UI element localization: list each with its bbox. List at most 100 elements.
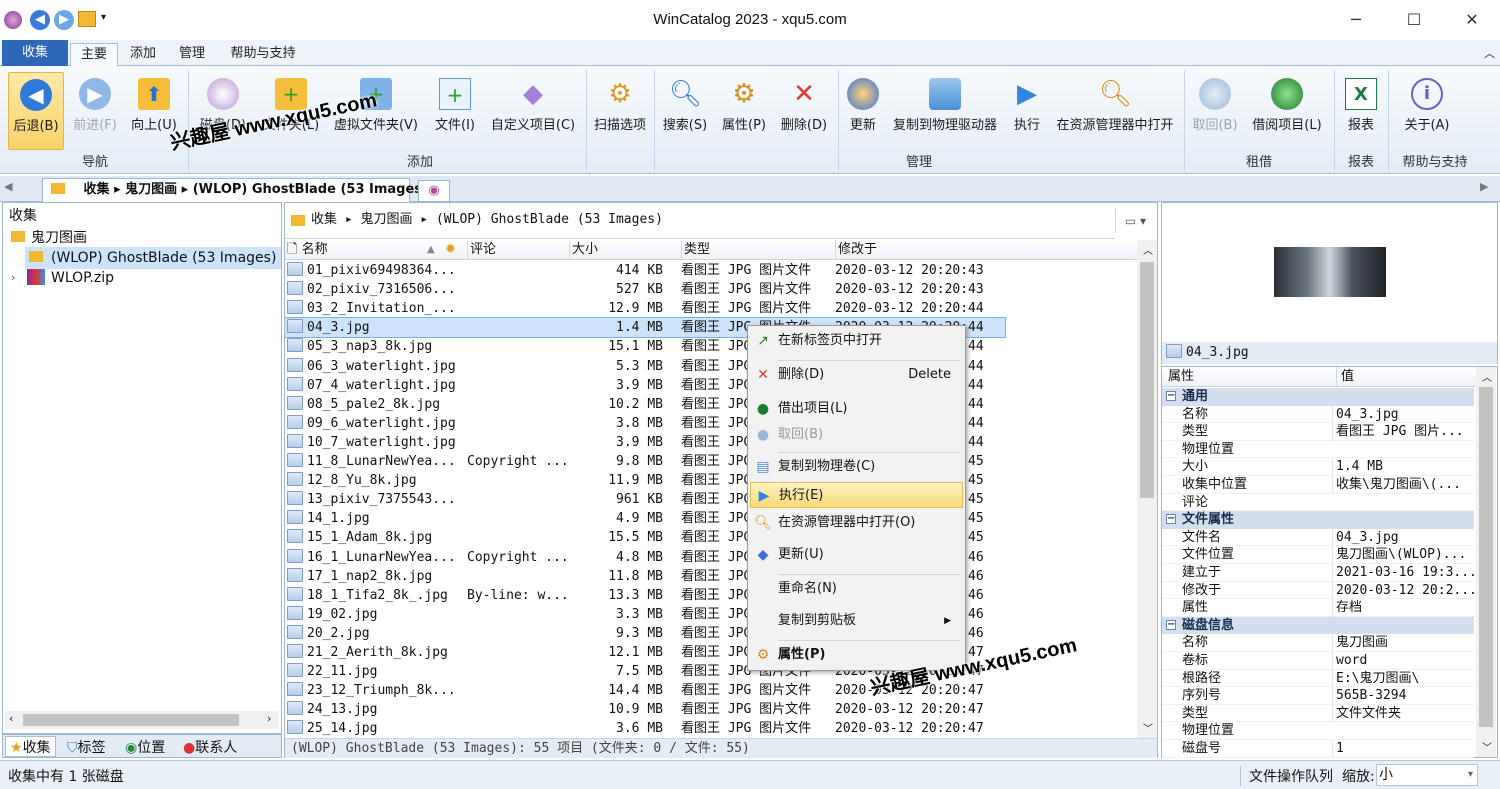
property-row[interactable]: 收集中位置 收集\鬼刀图画\(... (1162, 476, 1474, 494)
tree-hscrollbar[interactable]: ‹ › (5, 711, 279, 729)
property-row[interactable]: 类型 文件文件夹 (1162, 704, 1474, 723)
list-vscrollbar[interactable]: ︿ ﹀ (1137, 240, 1157, 738)
property-row[interactable]: 名称 鬼刀图画 (1162, 634, 1474, 652)
minimize-button[interactable]: ─ (1334, 8, 1378, 32)
tab-manage[interactable]: 管理 (168, 43, 216, 66)
tree-root[interactable]: 收集 (9, 205, 37, 225)
property-row[interactable]: 卷标 word (1162, 652, 1474, 670)
col-type[interactable]: 类型 (681, 240, 833, 259)
property-row[interactable]: 属性 存档 (1162, 599, 1474, 617)
tree-item-ghostblade-root[interactable]: 鬼刀图画 (11, 227, 87, 247)
table-row[interactable]: 24_13.jpg 10.9 MB 看图王 JPG 图片文件 2020-03-12 2… (285, 700, 1137, 719)
property-category[interactable]: − 文件属性 (1162, 511, 1474, 529)
table-row[interactable]: 02_pixiv_7316506... 527 KB 看图王 JPG 图片文件 202… (285, 280, 1137, 299)
table-row[interactable]: 20_2.jpg9.3 MB看图王 JPG 图片文件2020-03-12 20:… (285, 624, 1137, 643)
table-row[interactable]: 23_12_Triumph_8k... 14.4 MB 看图王 JPG 图片文件 20… (285, 681, 1137, 700)
tab-contacts[interactable]: ●联系人 (183, 737, 237, 757)
scan-options-button[interactable]: ⚙ 扫描选项 (590, 72, 650, 150)
maximize-button[interactable]: ☐ (1392, 8, 1436, 32)
tab-collection[interactable]: 收集 (2, 40, 68, 66)
property-row[interactable]: 物理位置 (1162, 441, 1474, 459)
property-row[interactable]: 修改于 2020-03-12 20:2... (1162, 581, 1474, 600)
properties-button[interactable]: ⚙ 属性(P) (716, 72, 772, 150)
about-button[interactable]: i 关于(A) (1392, 72, 1462, 150)
add-file-button[interactable]: + 文件(I) (430, 72, 480, 150)
breadcrumb-tab[interactable]: 收集 ▸ 鬼刀图画 ▸ (WLOP) GhostBlade (53 Images… (42, 178, 428, 202)
table-row[interactable]: 13_pixiv_7375543...961 KB看图王 JPG 图片文件202… (285, 490, 1137, 509)
property-row[interactable]: 类型 看图王 JPG 图片... (1162, 423, 1474, 441)
tab-locations[interactable]: ◉位置 (125, 737, 165, 757)
tabstrip-left-arrow[interactable]: ◀ (4, 180, 12, 193)
property-row[interactable]: 评论 (1162, 494, 1474, 512)
tree-item-wlop-zip[interactable]: WLOP.zip (27, 269, 114, 286)
tab-help[interactable]: 帮助与支持 (220, 43, 306, 66)
property-vscroll-thumb[interactable] (1479, 387, 1493, 727)
context-menu-item[interactable]: 🔍︎ 在资源管理器中打开(O) (750, 510, 963, 536)
tree-expand-icon[interactable]: › (11, 271, 15, 284)
tab-collection-bottom[interactable]: ★收集 (5, 736, 56, 757)
context-menu-item[interactable]: ↗ 在新标签页中打开 (750, 328, 963, 354)
add-custom-item-button[interactable]: ◆ 自定义项目(C) (486, 72, 580, 150)
forward-button[interactable]: ▶ 前进(F) (68, 72, 122, 150)
property-row[interactable]: 磁盘号 1 (1162, 740, 1474, 758)
tree-hscroll-thumb[interactable] (23, 714, 239, 726)
tab-main[interactable]: 主要 (70, 43, 118, 67)
property-row[interactable]: 建立于 2021-03-16 19:3... (1162, 564, 1474, 582)
copy-to-drive-button[interactable]: 复制到物理驱动器 (886, 72, 1004, 150)
table-row[interactable]: 17_1_nap2_8k.jpg11.8 MB看图王 JPG 图片文件2020-… (285, 567, 1137, 586)
property-row[interactable]: 大小 1.4 MB (1162, 458, 1474, 476)
table-row[interactable]: 12_8_Yu_8k.jpg11.9 MB看图王 JPG 图片文件2020-03… (285, 471, 1137, 490)
col-size[interactable]: 大小 (569, 240, 679, 259)
table-row[interactable]: 18_1_Tifa2_8k_.jpg By-line: w... 13.3 MB 看图… (285, 586, 1137, 605)
property-row[interactable]: 物理位置 (1162, 722, 1474, 740)
table-row[interactable]: 01_pixiv69498364... 414 KB 看图王 JPG 图片文件 202… (285, 261, 1137, 280)
context-menu-item[interactable]: ▤ 复制到物理卷(C) (750, 454, 963, 480)
tab-tags[interactable]: ⛉标签 (67, 737, 106, 757)
return-button[interactable]: 取回(B) (1188, 72, 1242, 150)
table-row[interactable]: 11_8_LunarNewYea... Copyright ... 9.8 MB 看图… (285, 452, 1137, 471)
property-row[interactable]: 文件名 04_3.jpg (1162, 528, 1474, 547)
table-row[interactable]: 08_5_pale2_8k.jpg10.2 MB看图王 JPG 图片文件2020… (285, 395, 1137, 414)
table-row[interactable]: 15_1_Adam_8k.jpg15.5 MB看图王 JPG 图片文件2020-… (285, 528, 1137, 547)
context-menu-item[interactable]: ▶ 执行(E) (750, 482, 963, 508)
table-row[interactable]: 07_4_waterlight.jpg3.9 MB看图王 JPG 图片文件202… (285, 376, 1137, 395)
col-comment[interactable]: 评论 (467, 240, 567, 259)
new-tab-button[interactable]: ◉ (418, 180, 450, 202)
back-button[interactable]: ◀ 后退(B) (8, 72, 64, 150)
close-button[interactable]: ✕ (1450, 8, 1494, 32)
zoom-select[interactable]: 小 ▾ (1376, 764, 1478, 786)
path-bar[interactable]: 收集 ▸ 鬼刀图画 ▸ (WLOP) GhostBlade (53 Images… (285, 203, 1115, 239)
open-in-explorer-button[interactable]: 🔍︎ 在资源管理器中打开 (1050, 72, 1180, 150)
property-category[interactable]: − 磁盘信息 (1162, 616, 1474, 635)
update-button[interactable]: 更新 (842, 72, 884, 150)
table-row[interactable]: 16_1_LunarNewYea... Copyright ... 4.8 MB 看图… (285, 548, 1137, 567)
delete-button[interactable]: ✕ 删除(D) (776, 72, 832, 150)
table-row[interactable]: 10_7_waterlight.jpg3.9 MB看图王 JPG 图片文件202… (285, 433, 1137, 452)
property-row[interactable]: 序列号 565B-3294 (1162, 687, 1474, 705)
table-row[interactable]: 03_2_Invitation_... 12.9 MB 看图王 JPG 图片文件 20… (285, 299, 1137, 318)
context-menu-item[interactable]: ◆ 更新(U) (750, 542, 963, 568)
report-button[interactable]: X 报表 (1338, 72, 1384, 150)
property-row[interactable]: 根路径 E:\鬼刀图画\ (1162, 669, 1474, 688)
context-menu-item[interactable]: ● 取回(B) (750, 422, 963, 448)
execute-button[interactable]: ▶ 执行 (1008, 72, 1046, 150)
list-vscroll-thumb[interactable] (1140, 262, 1154, 498)
search-button[interactable]: 🔍︎ 搜索(S) (658, 72, 712, 150)
tabstrip-right-arrow[interactable]: ▶ (1480, 180, 1488, 193)
view-mode-button[interactable]: ▭ ▾ (1115, 209, 1155, 233)
context-menu-item[interactable]: 复制到剪贴板 ▶ (750, 608, 963, 634)
col-name[interactable]: 🗋 名称 ▲ ✹ (287, 240, 463, 259)
lend-item-button[interactable]: 借阅项目(L) (1246, 72, 1328, 150)
tree-item-wlop-folder[interactable]: (WLOP) GhostBlade (53 Images) (25, 247, 281, 269)
table-row[interactable]: 05_3_nap3_8k.jpg15.1 MB看图王 JPG 图片文件2020-… (285, 337, 1137, 356)
col-modified[interactable]: 修改于 (835, 240, 1135, 259)
property-vscrollbar[interactable]: ︿ ﹀ (1476, 367, 1496, 757)
context-menu-item[interactable]: 重命名(N) (750, 576, 963, 602)
property-row[interactable]: 名称 04_3.jpg (1162, 405, 1474, 424)
context-menu-item[interactable]: ✕ 删除(D) Delete (750, 362, 963, 388)
table-row[interactable]: 25_14.jpg 3.6 MB 看图王 JPG 图片文件 2020-03-12 20… (285, 719, 1137, 737)
ribbon-collapse-icon[interactable]: ︿ (1484, 45, 1495, 61)
property-row[interactable]: 文件位置 鬼刀图画\(WLOP)... (1162, 546, 1474, 564)
table-row[interactable]: 09_6_waterlight.jpg3.8 MB看图王 JPG 图片文件202… (285, 414, 1137, 433)
table-row[interactable]: 14_1.jpg4.9 MB看图王 JPG 图片文件2020-03-12 20:… (285, 509, 1137, 528)
